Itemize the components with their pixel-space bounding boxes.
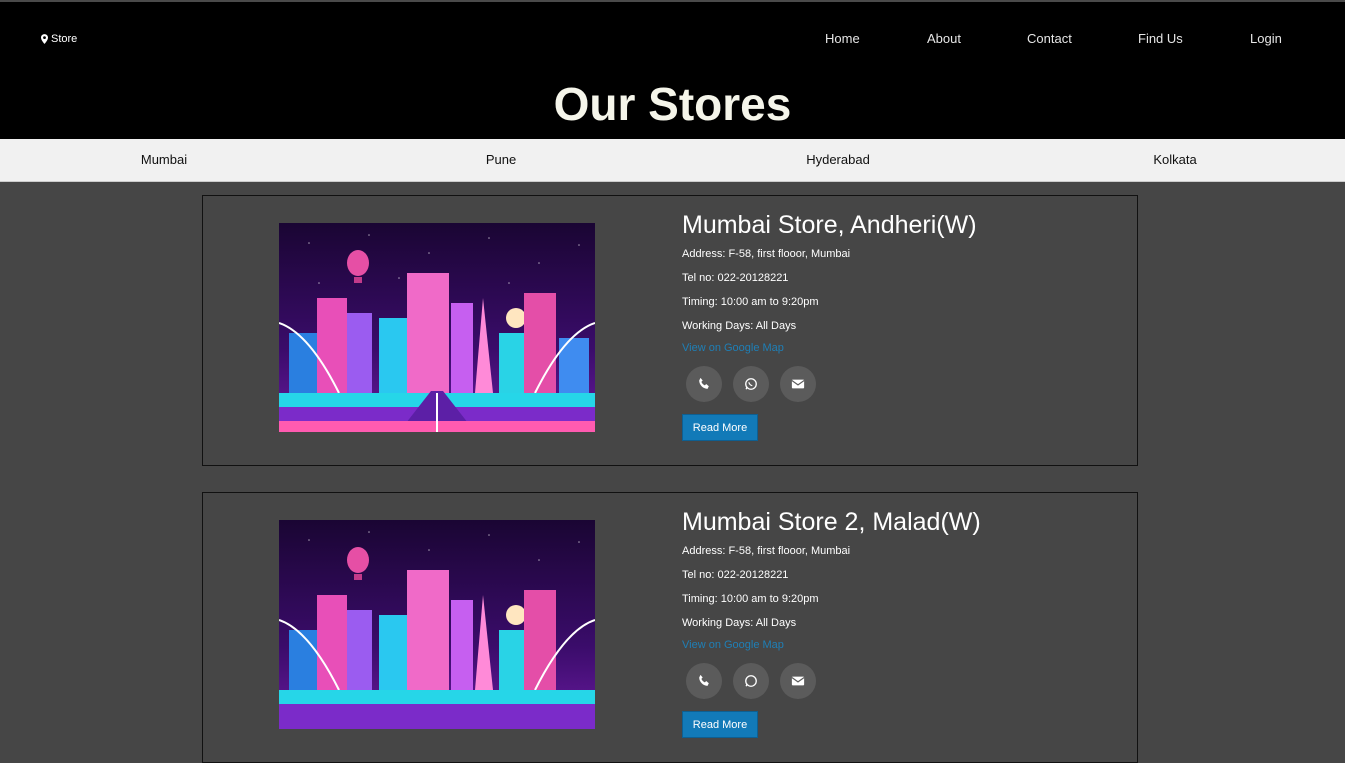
nav-home[interactable]: Home xyxy=(825,31,860,46)
store-tel: Tel no: 022-20128221 xyxy=(682,569,789,581)
store-image xyxy=(279,520,595,729)
nav-contact[interactable]: Contact xyxy=(1027,31,1072,46)
site-header: Store Home About Contact Find Us Login O… xyxy=(0,2,1345,139)
google-map-link[interactable]: View on Google Map xyxy=(682,639,784,651)
nav-about[interactable]: About xyxy=(927,31,961,46)
city-tabs: Mumbai Pune Hyderabad Kolkata xyxy=(0,139,1345,182)
phone-icon xyxy=(699,674,709,686)
store-address: Address: F-58, first flooor, Mumbai xyxy=(682,545,851,557)
store-card: Mumbai Store 2, Malad(W) Address: F-58, … xyxy=(202,492,1138,763)
email-button[interactable] xyxy=(780,663,816,699)
envelope-icon xyxy=(791,379,805,389)
tab-kolkata[interactable]: Kolkata xyxy=(1153,152,1196,167)
page-title: Our Stores xyxy=(553,78,792,130)
whatsapp-icon xyxy=(745,378,757,390)
read-more-button[interactable]: Read More xyxy=(682,414,758,441)
store-card: Mumbai Store, Andheri(W) Address: F-58, … xyxy=(202,195,1138,466)
whatsapp-button[interactable] xyxy=(733,663,769,699)
nav-login[interactable]: Login xyxy=(1250,31,1282,46)
phone-icon xyxy=(699,377,709,389)
tab-pune[interactable]: Pune xyxy=(486,152,516,167)
brand-label: Store xyxy=(51,33,78,45)
read-more-button[interactable]: Read More xyxy=(682,711,758,738)
store-timing: Timing: 10:00 am to 9:20pm xyxy=(682,296,819,308)
store-address: Address: F-58, first flooor, Mumbai xyxy=(682,248,851,260)
whatsapp-button[interactable] xyxy=(733,366,769,402)
store-days: Working Days: All Days xyxy=(682,320,797,332)
google-map-link[interactable]: View on Google Map xyxy=(682,342,784,354)
map-marker-icon xyxy=(41,34,48,44)
store-timing: Timing: 10:00 am to 9:20pm xyxy=(682,593,819,605)
envelope-icon xyxy=(791,676,805,686)
store-name: Mumbai Store 2, Malad(W) xyxy=(682,508,981,536)
store-days: Working Days: All Days xyxy=(682,617,797,629)
phone-button[interactable] xyxy=(686,663,722,699)
tab-mumbai[interactable]: Mumbai xyxy=(141,152,187,167)
contact-icons xyxy=(686,366,816,402)
store-info: Mumbai Store, Andheri(W) Address: F-58, … xyxy=(682,210,977,441)
tab-hyderabad[interactable]: Hyderabad xyxy=(806,152,870,167)
email-button[interactable] xyxy=(780,366,816,402)
phone-button[interactable] xyxy=(686,366,722,402)
brand-link[interactable]: Store xyxy=(41,33,77,45)
store-image xyxy=(279,223,595,432)
store-info: Mumbai Store 2, Malad(W) Address: F-58, … xyxy=(682,507,981,738)
store-tel: Tel no: 022-20128221 xyxy=(682,272,789,284)
whatsapp-icon xyxy=(745,675,757,687)
nav-find-us[interactable]: Find Us xyxy=(1138,31,1183,46)
contact-icons xyxy=(686,663,816,699)
store-name: Mumbai Store, Andheri(W) xyxy=(682,211,977,239)
